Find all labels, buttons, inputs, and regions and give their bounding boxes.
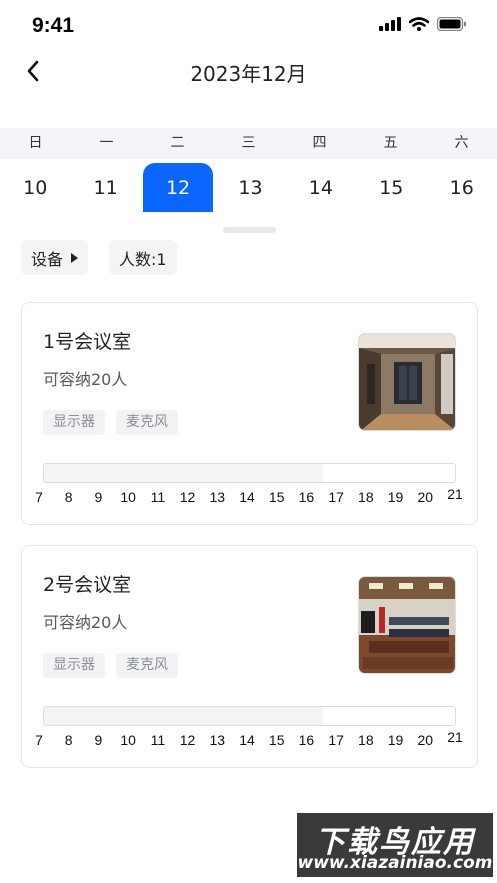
timeline-hour-label: 16 (298, 732, 315, 748)
nav-bar: 2023年12月 (0, 50, 497, 94)
timeline-labels: 7 8 9 10 11 12 13 14 15 16 17 18 19 20 21 (22, 729, 479, 752)
page-title: 2023年12月 (190, 62, 307, 86)
status-icons (379, 16, 467, 35)
timeline-hour-label: 7 (35, 732, 43, 748)
timeline-hour-label: 13 (209, 732, 226, 748)
date-cell[interactable]: 10 (0, 163, 70, 212)
weekday-header: 日 一 二 三 四 五 六 (0, 128, 497, 159)
timeline-hour-label: 15 (268, 489, 285, 505)
weekday-label: 一 (99, 135, 114, 151)
tag-display: 显示器 (43, 410, 105, 435)
room-name: 2号会议室 (43, 574, 132, 596)
room-card[interactable]: 2号会议室 可容纳20人 显示器 麦克风 7 8 9 10 11 12 13 14 15 16 17… (21, 545, 478, 768)
status-bar: 9:41 (0, 0, 497, 50)
weekday-label: 三 (241, 135, 256, 151)
equipment-filter[interactable]: 设备 (21, 240, 89, 275)
timeline-hour-label: 15 (268, 732, 285, 748)
timeline-hour-label: 10 (120, 732, 136, 748)
timeline-bar (43, 463, 456, 483)
timeline-hour-label: 9 (94, 732, 103, 748)
timeline-booked-fill (44, 464, 324, 482)
date-cell-selected[interactable]: 12 (142, 163, 214, 212)
date-cell[interactable]: 14 (286, 163, 356, 212)
equipment-filter-label: 设备 (31, 249, 64, 269)
tag-microphone: 麦克风 (116, 653, 178, 678)
weekday-label: 六 (454, 135, 469, 151)
timeline-hour-label: 8 (64, 732, 73, 748)
weekday-label: 日 (28, 135, 43, 151)
timeline-hour-label: 9 (94, 489, 103, 505)
room-name: 1号会议室 (43, 331, 132, 353)
timeline-hour-label: 11 (150, 489, 166, 505)
status-time: 9:41 (32, 14, 75, 37)
timeline-hour-label: 17 (328, 732, 344, 748)
timeline-hour-label: 20 (417, 732, 434, 748)
date-row: 10 11 12 13 14 15 16 (0, 163, 497, 212)
weekday-label: 四 (312, 135, 327, 151)
timeline-hour-label: 19 (387, 489, 404, 505)
timeline-hour-label: 17 (328, 489, 344, 505)
tag-microphone: 麦克风 (116, 410, 178, 435)
timeline-hour-label: 18 (358, 489, 374, 505)
weekday-label: 二 (170, 135, 185, 151)
filter-row: 设备 人数:1 (21, 240, 177, 275)
room-card[interactable]: 1号会议室 可容纳20人 显示器 麦克风 7 8 9 10 11 12 13 14 15 16 17… (21, 302, 478, 525)
calendar-drag-handle[interactable] (223, 227, 276, 233)
date-cell[interactable]: 13 (215, 163, 285, 212)
timeline-hour-label: 13 (209, 489, 226, 505)
caret-right-icon (71, 252, 79, 263)
timeline-hour-label: 21 (447, 486, 463, 502)
timeline-hour-label: 19 (387, 732, 404, 748)
timeline-hour-label: 18 (358, 732, 374, 748)
room-capacity: 可容纳20人 (43, 370, 128, 389)
timeline-hour-label: 16 (298, 489, 315, 505)
date-cell[interactable]: 15 (356, 163, 426, 212)
timeline-labels: 7 8 9 10 11 12 13 14 15 16 17 18 19 20 21 (22, 486, 479, 509)
timeline-hour-label: 8 (64, 489, 73, 505)
timeline-hour-label: 11 (150, 732, 166, 748)
room-tags: 显示器 麦克风 (43, 410, 178, 435)
battery-icon (436, 16, 467, 35)
timeline-hour-label: 20 (417, 489, 434, 505)
timeline-hour-label: 10 (120, 489, 136, 505)
date-cell[interactable]: 16 (427, 163, 497, 212)
timeline-hour-label: 21 (447, 729, 463, 745)
signal-icon (379, 16, 401, 35)
watermark-logo: 下载鸟应用 www.xiazainiao.com (297, 813, 493, 877)
timeline-hour-label: 14 (239, 732, 255, 748)
watermark-url: www.xiazainiao.com (297, 853, 493, 873)
people-filter-label: 人数:1 (119, 249, 167, 269)
timeline-hour-label: 7 (35, 489, 43, 505)
timeline-hour-label: 14 (239, 489, 255, 505)
room-capacity: 可容纳20人 (43, 613, 128, 632)
room-photo (358, 333, 456, 431)
weekday-label: 五 (383, 135, 398, 151)
date-cell[interactable]: 11 (70, 163, 140, 212)
room-tags: 显示器 麦克风 (43, 653, 178, 678)
room-photo (358, 576, 456, 674)
timeline-booked-fill (44, 707, 324, 725)
tag-display: 显示器 (43, 653, 105, 678)
timeline-hour-label: 12 (179, 732, 196, 748)
timeline-hour-label: 12 (179, 489, 196, 505)
timeline-bar (43, 706, 456, 726)
wifi-icon (408, 16, 430, 35)
people-filter[interactable]: 人数:1 (109, 240, 177, 275)
